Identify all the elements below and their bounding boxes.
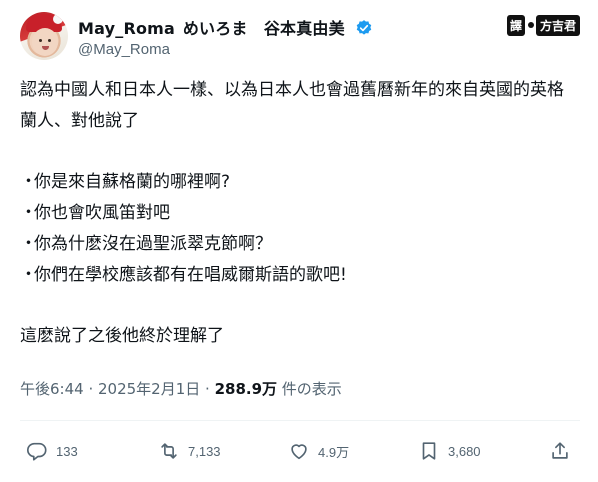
display-name-latin[interactable]: May_Roma — [78, 19, 175, 38]
tweet-date[interactable]: 2025年2月1日 — [98, 380, 200, 398]
user-handle[interactable]: @May_Roma — [78, 41, 170, 58]
verified-badge-icon — [356, 20, 371, 35]
retweet-icon — [161, 443, 177, 459]
tweet-text: 認為中國人和日本人一樣、以為日本人也會過舊曆新年的來自英國的英格蘭人、對他說了 … — [20, 75, 580, 352]
heart-icon — [291, 444, 307, 460]
list-item-text: 你是來自蘇格蘭的哪裡啊? — [34, 172, 231, 192]
bookmark-button[interactable]: 3,680 — [418, 440, 481, 462]
meta-separator: · — [200, 380, 215, 398]
avatar-face — [32, 28, 58, 56]
list-item-text: 你們在學校應該都有在唱威爾斯語的歌吧! — [34, 265, 347, 285]
watermark-logo-dot — [527, 22, 534, 28]
share-icon — [552, 442, 568, 459]
bullet-mark: ・ — [20, 234, 37, 254]
bookmark-count: 3,680 — [448, 443, 481, 459]
tweet-time[interactable]: 午後6:44 — [20, 380, 84, 398]
share-button[interactable] — [549, 440, 579, 462]
watermark-logo-char: 譯 — [506, 14, 525, 36]
list-item-text: 你也會吹風笛對吧 — [34, 203, 170, 223]
tweet-paragraph-2: 這麽說了之後他終於理解了 — [20, 326, 224, 346]
view-count-label: 件の表示 — [277, 380, 342, 398]
list-item: ・你也會吹風笛對吧 — [20, 198, 580, 229]
tweet-bullet-list: ・你是來自蘇格蘭的哪裡啊? ・你也會吹風笛對吧 ・你為什麽沒在過聖派翠克節啊？ … — [20, 167, 580, 291]
meta-separator: · — [83, 380, 98, 398]
retweet-button[interactable]: 7,133 — [158, 440, 221, 462]
list-item: ・你是來自蘇格蘭的哪裡啊? — [20, 167, 580, 198]
reply-button[interactable]: 133 — [26, 440, 78, 462]
reply-count: 133 — [56, 443, 78, 459]
bullet-mark: ・ — [20, 172, 37, 192]
avatar-hat-pom — [53, 14, 63, 24]
list-item-text: 你為什麽沒在過聖派翠克節啊？ — [34, 234, 272, 254]
action-bar: 133 7,133 4.9万 3,680 — [0, 432, 598, 476]
avatar-eye-left — [39, 39, 42, 42]
bullet-mark: ・ — [20, 265, 37, 285]
list-item: ・你們在學校應該都有在唱威爾斯語的歌吧! — [20, 260, 580, 291]
display-name[interactable]: May_Roma めいろま 谷本真由美 — [78, 15, 373, 39]
bullet-mark: ・ — [20, 203, 37, 223]
display-name-japanese[interactable]: めいろま 谷本真由美 — [183, 19, 345, 38]
reply-icon — [27, 442, 47, 461]
avatar[interactable] — [20, 12, 68, 60]
watermark-logo: 譯 方吉君 — [506, 14, 580, 36]
like-count: 4.9万 — [318, 444, 350, 460]
watermark-logo-text: 方吉君 — [535, 14, 580, 36]
view-count: 288.9万 — [214, 380, 278, 398]
retweet-count: 7,133 — [188, 443, 221, 459]
like-button[interactable]: 4.9万 — [288, 440, 349, 462]
bookmark-icon — [422, 442, 436, 460]
tweet-card: May_Roma めいろま 谷本真由美 @May_Roma 譯 方吉君 認為中國… — [0, 0, 598, 482]
list-item: ・你為什麽沒在過聖派翠克節啊？ — [20, 229, 580, 260]
tweet-paragraph-1: 認為中國人和日本人一樣、以為日本人也會過舊曆新年的來自英國的英格蘭人、對他說了 — [20, 80, 564, 131]
divider — [20, 420, 580, 421]
avatar-eye-right — [48, 39, 51, 42]
tweet-meta: 午後6:44 · 2025年2月1日 · 288.9万 件の表示 — [20, 378, 342, 399]
